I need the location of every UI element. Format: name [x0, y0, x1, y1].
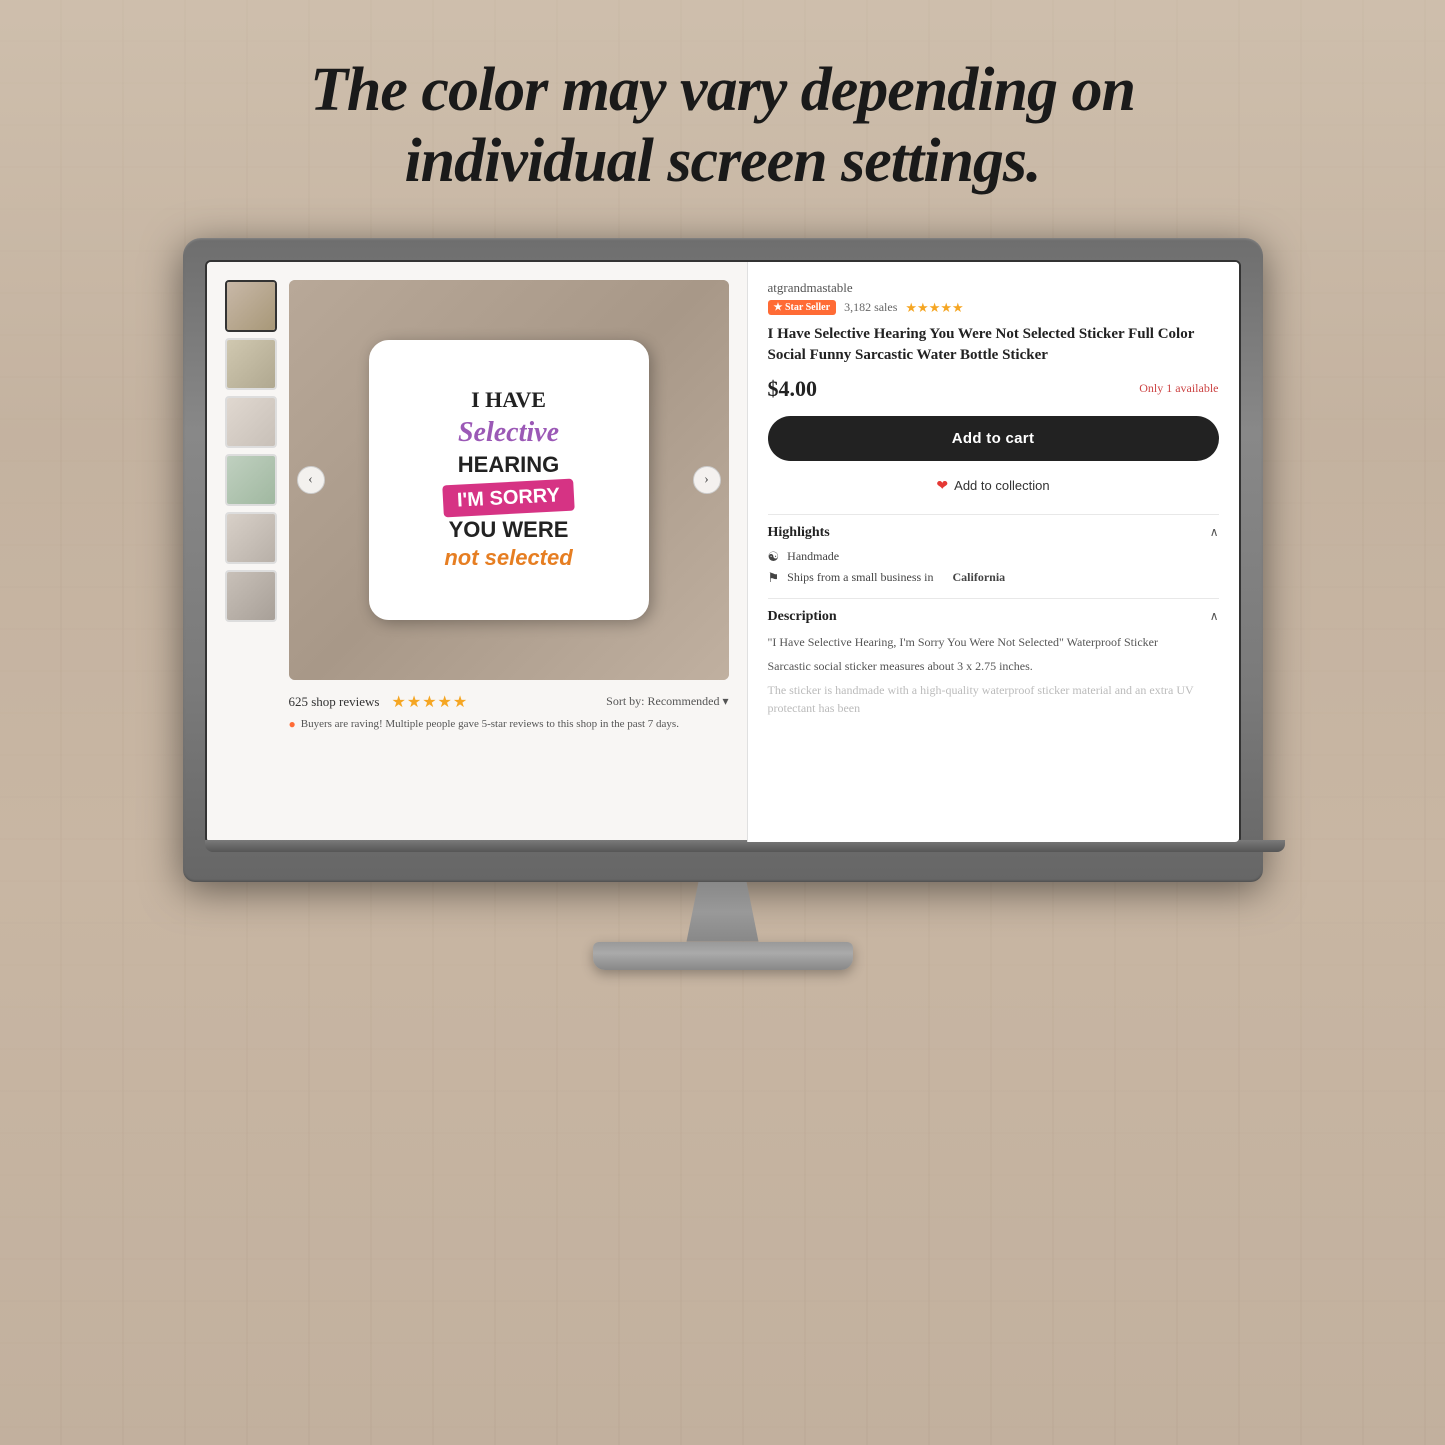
- buyers-raving-text: Buyers are raving! Multiple people gave …: [301, 718, 679, 730]
- description-title: Description: [768, 609, 837, 625]
- highlights-title: Highlights: [768, 525, 830, 541]
- description-para-1: "I Have Selective Hearing, I'm Sorry You…: [768, 633, 1219, 651]
- highlight-handmade: ☯ Handmade: [768, 549, 1219, 565]
- monitor-stand-neck: [663, 882, 783, 942]
- thumbnail-5[interactable]: [225, 512, 277, 564]
- monitor-container: ‹ I HAVE Selective HEARING I'M SORRY YOU…: [183, 238, 1263, 970]
- screen-content: ‹ I HAVE Selective HEARING I'M SORRY YOU…: [207, 262, 1239, 842]
- ships-label: Ships from a small business in: [787, 570, 933, 585]
- highlight-ships: ⚑ Ships from a small business in Califor…: [768, 570, 1219, 586]
- availability-badge: Only 1 available: [1139, 381, 1218, 396]
- thumbnail-strip: [225, 280, 277, 622]
- reviews-bar: 625 shop reviews ★★★★★ Sort by: Recommen…: [289, 692, 729, 712]
- main-image-bg: ‹ I HAVE Selective HEARING I'M SORRY YOU…: [289, 280, 729, 680]
- add-to-collection-label: Add to collection: [954, 478, 1049, 493]
- sticker-line-2: Selective: [458, 415, 559, 451]
- divider-2: [768, 598, 1219, 599]
- right-panel: atgrandmastable ★ Star Seller 3,182 sale…: [747, 262, 1239, 842]
- sticker-line-5: YOU WERE: [449, 516, 569, 545]
- location-icon: ⚑: [768, 570, 780, 586]
- handmade-icon: ☯: [768, 549, 780, 565]
- sticker-line-4: I'M SORRY: [442, 478, 574, 517]
- reviews-count: 625 shop reviews: [289, 694, 380, 710]
- sort-by-label[interactable]: Sort by: Recommended ▾: [606, 694, 728, 709]
- left-panel: ‹ I HAVE Selective HEARING I'M SORRY YOU…: [207, 262, 747, 842]
- next-image-button[interactable]: ›: [693, 466, 721, 494]
- buyers-raving-bar: ● Buyers are raving! Multiple people gav…: [289, 717, 729, 732]
- sticker-image: I HAVE Selective HEARING I'M SORRY YOU W…: [369, 340, 649, 620]
- description-para-3: The sticker is handmade with a high-qual…: [768, 681, 1219, 717]
- headline-text: The color may vary depending on individu…: [230, 55, 1215, 198]
- add-to-collection-button[interactable]: ❤ Add to collection: [768, 471, 1219, 500]
- page-background: The color may vary depending on individu…: [0, 0, 1445, 1445]
- product-price: $4.00: [768, 376, 818, 402]
- description-chevron-icon[interactable]: ∧: [1210, 609, 1219, 624]
- monitor-bezel: ‹ I HAVE Selective HEARING I'M SORRY YOU…: [183, 238, 1263, 882]
- highlights-chevron-icon[interactable]: ∧: [1210, 525, 1219, 540]
- thumbnail-4[interactable]: [225, 454, 277, 506]
- product-rating: ★★★★★: [905, 300, 963, 316]
- description-section-header: Description ∧: [768, 609, 1219, 625]
- thumbnail-6[interactable]: [225, 570, 277, 622]
- thumbnail-2[interactable]: [225, 338, 277, 390]
- description-para-2: Sarcastic social sticker measures about …: [768, 657, 1219, 675]
- product-title: I Have Selective Hearing You Were Not Se…: [768, 324, 1219, 366]
- star-seller-row: ★ Star Seller 3,182 sales ★★★★★: [768, 300, 1219, 316]
- prev-image-button[interactable]: ‹: [297, 466, 325, 494]
- monitor-stand-base: [593, 942, 853, 970]
- sticker-line-1: I HAVE: [471, 386, 546, 415]
- shop-name[interactable]: atgrandmastable: [768, 280, 1219, 296]
- thumbnail-1[interactable]: [225, 280, 277, 332]
- monitor-screen: ‹ I HAVE Selective HEARING I'M SORRY YOU…: [205, 260, 1241, 844]
- divider-1: [768, 514, 1219, 515]
- main-product-image: ‹ I HAVE Selective HEARING I'M SORRY YOU…: [289, 280, 729, 680]
- raving-icon: ●: [289, 717, 296, 732]
- ships-location: California: [953, 570, 1006, 585]
- star-seller-badge: ★ Star Seller: [768, 300, 837, 315]
- sticker-line-3: HEARING: [458, 451, 559, 480]
- highlights-list: ☯ Handmade ⚑ Ships from a small business…: [768, 549, 1219, 586]
- price-row: $4.00 Only 1 available: [768, 376, 1219, 402]
- sticker-line-6: not selected: [444, 544, 572, 573]
- reviews-stars: ★★★★★: [392, 692, 469, 712]
- heart-icon: ❤: [936, 477, 948, 494]
- add-to-cart-button[interactable]: Add to cart: [768, 416, 1219, 461]
- thumbnail-3[interactable]: [225, 396, 277, 448]
- sales-count: 3,182 sales: [844, 300, 897, 315]
- handmade-label: Handmade: [787, 549, 839, 564]
- highlights-section-header: Highlights ∧: [768, 525, 1219, 541]
